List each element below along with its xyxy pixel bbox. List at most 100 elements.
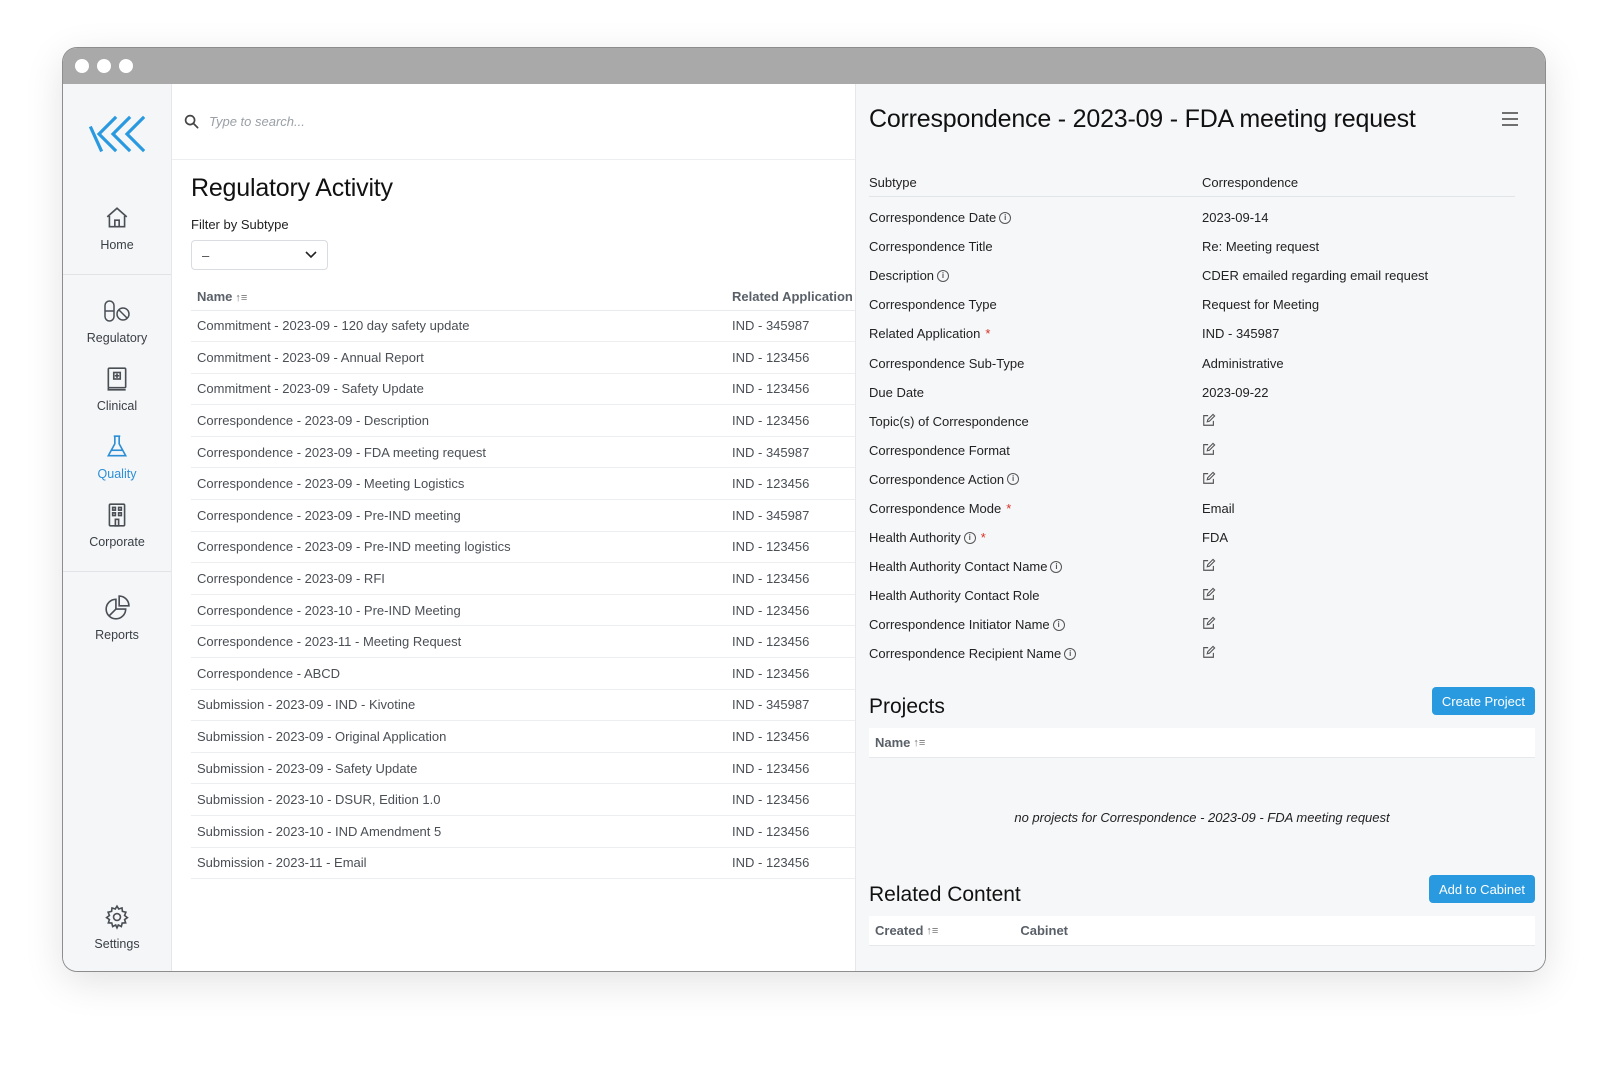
field-value[interactable]: FDA (1202, 530, 1228, 545)
table-row[interactable]: Submission - 2023-09 - Safety Update IND … (191, 752, 855, 785)
row-name-cell[interactable]: Submission - 2023-09 - Original Applicat… (191, 720, 726, 753)
row-name-cell[interactable]: Correspondence - 2023-09 - Pre-IND meeti… (191, 499, 726, 532)
table-row[interactable]: Commitment - 2023-09 - Safety Update IND … (191, 373, 855, 406)
edit-icon (1203, 587, 1216, 601)
close-window-dot[interactable] (75, 59, 89, 73)
field-label: Correspondence Date i (869, 210, 1202, 225)
field-label: Correspondence Title (869, 239, 1202, 254)
nav-clinical-label: Clinical (96, 399, 138, 413)
row-name-cell[interactable]: Correspondence - 2023-09 - Meeting Logis… (191, 467, 726, 501)
nav-home[interactable]: Home (63, 194, 171, 262)
row-name-cell[interactable]: Correspondence - ABCD (191, 657, 726, 690)
table-row[interactable]: Submission - 2023-10 - IND Amendment 5 IN… (191, 815, 855, 848)
row-name-cell[interactable]: Correspondence - 2023-10 - Pre-IND Meeti… (191, 594, 726, 627)
info-icon[interactable]: i (963, 531, 976, 544)
column-header-related-application[interactable]: Related Application (726, 284, 855, 311)
table-row[interactable]: Correspondence - 2023-09 - Meeting Logis… (191, 467, 855, 501)
field-value[interactable]: Re: Meeting request (1202, 239, 1319, 254)
row-name-cell[interactable]: Submission - 2023-10 - DSUR, Edition 1.0 (191, 783, 726, 816)
nav-quality[interactable]: Quality (63, 423, 171, 491)
row-name-cell[interactable]: Correspondence - 2023-09 - RFI (191, 562, 726, 595)
row-name-cell[interactable]: Commitment - 2023-09 - 120 day safety up… (191, 310, 726, 343)
table-row[interactable]: Correspondence - 2023-09 - Pre-IND meeti… (191, 531, 855, 564)
row-related-application-cell: IND - 123456 (726, 625, 855, 659)
row-name-cell[interactable]: Correspondence - 2023-09 - FDA meeting r… (191, 436, 726, 469)
search-input[interactable] (209, 114, 509, 129)
table-row[interactable]: Commitment - 2023-09 - Annual Report IND … (191, 341, 855, 374)
table-row[interactable]: Correspondence - 2023-11 - Meeting Reque… (191, 625, 855, 659)
app-logo[interactable] (63, 84, 171, 184)
nav-regulatory[interactable]: Regulatory (63, 287, 171, 355)
nav-clinical[interactable]: Clinical (63, 355, 171, 423)
row-name-cell[interactable]: Commitment - 2023-09 - Annual Report (191, 341, 726, 374)
field-value[interactable]: Request for Meeting (1202, 297, 1319, 312)
table-row[interactable]: Submission - 2023-09 - IND - Kivotine IND… (191, 689, 855, 722)
row-related-application-cell: IND - 123456 (726, 847, 855, 880)
minimize-window-dot[interactable] (97, 59, 111, 73)
field-label: Correspondence Format (869, 443, 1202, 458)
info-icon[interactable]: i (1064, 647, 1077, 660)
subtype-filter-select[interactable]: – (191, 240, 328, 270)
edit-field-button[interactable] (1202, 471, 1216, 488)
row-name-cell[interactable]: Correspondence - 2023-09 - Pre-IND meeti… (191, 531, 726, 564)
edit-field-button[interactable] (1202, 558, 1216, 575)
nav-corporate[interactable]: Corporate (63, 491, 171, 559)
field-row: Description i CDER emailed regarding email… (869, 261, 1515, 290)
table-row[interactable]: Correspondence - 2023-09 - Pre-IND meeti… (191, 499, 855, 532)
row-name-cell[interactable]: Submission - 2023-11 - Email (191, 847, 726, 880)
table-row[interactable]: Correspondence - 2023-09 - FDA meeting r… (191, 436, 855, 469)
info-icon[interactable]: i (937, 269, 950, 282)
table-row[interactable]: Correspondence - 2023-09 - RFI IND - 1234… (191, 562, 855, 595)
row-name-cell[interactable]: Submission - 2023-09 - IND - Kivotine (191, 689, 726, 722)
create-project-button[interactable]: Create Project (1431, 687, 1535, 715)
table-row[interactable]: Submission - 2023-09 - Original Applicat… (191, 720, 855, 753)
field-value[interactable]: Correspondence (1202, 175, 1298, 190)
field-value[interactable]: Administrative (1202, 356, 1284, 371)
table-row[interactable]: Correspondence - 2023-09 - Description IN… (191, 404, 855, 437)
row-name-cell[interactable]: Correspondence - 2023-11 - Meeting Reque… (191, 625, 726, 659)
sidebar: Home Regulatory Clinical Quality Corpora… (63, 84, 172, 971)
row-name-cell[interactable]: Submission - 2023-09 - Safety Update (191, 752, 726, 785)
projects-column-name[interactable]: Name (875, 735, 910, 750)
info-icon[interactable]: i (999, 211, 1012, 224)
field-label-text: Related Application (869, 326, 981, 342)
column-header-name[interactable]: Name ↑≡ (191, 284, 726, 311)
table-row[interactable]: Correspondence - 2023-10 - Pre-IND Meeti… (191, 594, 855, 627)
nav-reports[interactable]: Reports (63, 584, 171, 652)
flask-icon (103, 433, 131, 461)
field-value[interactable]: Email (1202, 501, 1235, 516)
table-row[interactable]: Submission - 2023-10 - DSUR, Edition 1.0… (191, 783, 855, 816)
related-column-created[interactable]: Created (875, 923, 923, 938)
table-row[interactable]: Submission - 2023-11 - Email IND - 123456 (191, 847, 855, 880)
edit-field-button[interactable] (1202, 645, 1216, 662)
nav-settings[interactable]: Settings (63, 893, 171, 961)
edit-field-button[interactable] (1202, 413, 1216, 430)
building-icon (103, 501, 131, 529)
projects-section-title: Projects (869, 695, 945, 718)
row-name-cell[interactable]: Commitment - 2023-09 - Safety Update (191, 373, 726, 406)
row-name-cell[interactable]: Submission - 2023-10 - IND Amendment 5 (191, 815, 726, 848)
info-icon[interactable]: i (1052, 618, 1065, 631)
row-name-cell[interactable]: Correspondence - 2023-09 - Description (191, 404, 726, 437)
field-value[interactable]: 2023-09-14 (1202, 210, 1269, 225)
info-icon[interactable]: i (1050, 560, 1063, 573)
table-header-row: Name ↑≡ Related Application (191, 284, 855, 311)
hamburger-menu-icon[interactable] (1501, 112, 1519, 126)
info-icon[interactable]: i (1007, 473, 1020, 486)
chevron-down-icon (305, 251, 317, 259)
field-value[interactable]: IND - 345987 (1202, 326, 1279, 341)
field-label: Health Authority Contact Role (869, 588, 1202, 603)
field-value[interactable]: 2023-09-22 (1202, 385, 1269, 400)
edit-field-button[interactable] (1202, 587, 1216, 604)
edit-field-button[interactable] (1202, 442, 1216, 459)
add-to-cabinet-button[interactable]: Add to Cabinet (1428, 875, 1535, 903)
detail-fields: Subtype Correspondence Correspondence Date… (869, 168, 1515, 669)
field-value[interactable]: CDER emailed regarding email request (1202, 268, 1428, 283)
table-row[interactable]: Commitment - 2023-09 - 120 day safety up… (191, 310, 855, 343)
gear-icon (103, 903, 131, 931)
table-row[interactable]: Correspondence - ABCD IND - 123456 (191, 657, 855, 690)
edit-field-button[interactable] (1202, 616, 1216, 633)
maximize-window-dot[interactable] (119, 59, 133, 73)
related-column-cabinet[interactable]: Cabinet (1020, 923, 1068, 938)
required-asterisk: * (985, 326, 991, 342)
